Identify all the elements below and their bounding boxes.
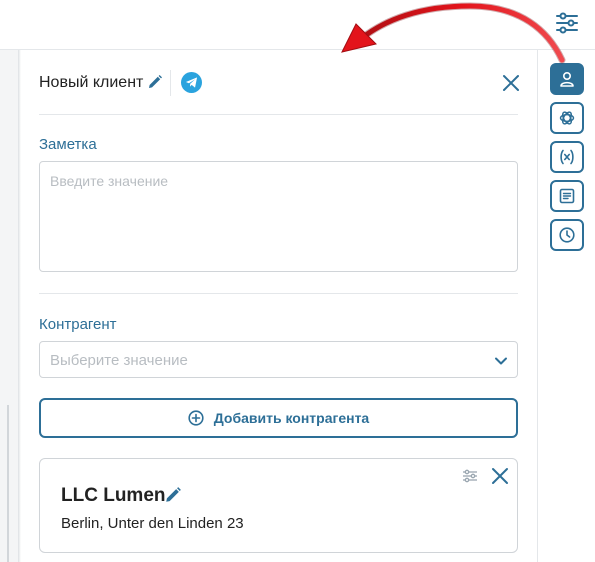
filter-settings-button[interactable] <box>552 8 582 38</box>
close-icon <box>503 75 519 91</box>
close-icon[interactable] <box>490 466 510 486</box>
plus-circle-icon <box>188 410 204 426</box>
counterparty-placeholder: Выберите значение <box>50 352 188 369</box>
variable-icon <box>560 149 574 165</box>
divider <box>39 114 518 115</box>
close-panel-button[interactable] <box>500 72 522 94</box>
user-icon <box>560 71 574 87</box>
paper-plane-icon <box>185 77 198 88</box>
add-counterparty-button[interactable]: Добавить контрагента <box>39 398 518 438</box>
rail-client-button[interactable] <box>550 63 584 95</box>
document-icon <box>559 188 575 204</box>
rail-notes-button[interactable] <box>550 180 584 212</box>
add-counterparty-label: Добавить контрагента <box>213 410 370 426</box>
counterparty-address: Berlin, Unter den Linden 23 <box>61 515 244 532</box>
note-textarea[interactable] <box>39 161 518 272</box>
scrollbar[interactable] <box>7 405 9 562</box>
pencil-icon[interactable] <box>164 486 182 504</box>
background-list-strip <box>0 50 20 562</box>
note-label: Заметка <box>39 136 97 153</box>
telegram-icon[interactable] <box>181 72 202 93</box>
chevron-down-icon <box>495 357 507 365</box>
app-root: Новый клиент Заметка Контрагент <box>0 0 595 562</box>
counterparty-name: LLC Lumen <box>61 485 166 506</box>
header-divider <box>170 70 171 96</box>
sliders-icon <box>556 12 578 34</box>
divider <box>39 293 518 294</box>
counterparty-label: Контрагент <box>39 316 117 333</box>
counterparty-card: LLC Lumen Berlin, Unter den Linden 23 <box>39 458 518 553</box>
top-bar <box>0 0 595 50</box>
right-tool-rail <box>539 50 595 562</box>
pencil-icon[interactable] <box>147 74 163 90</box>
client-side-panel: Новый клиент Заметка Контрагент <box>21 50 538 562</box>
openai-icon <box>559 111 575 125</box>
panel-header: Новый клиент <box>39 70 521 96</box>
sliders-icon[interactable] <box>462 468 478 484</box>
panel-title: Новый клиент <box>39 74 144 91</box>
rail-history-button[interactable] <box>550 219 584 251</box>
counterparty-select[interactable]: Выберите значение <box>39 341 518 378</box>
rail-variables-button[interactable] <box>550 141 584 173</box>
clock-icon <box>559 227 575 243</box>
rail-ai-button[interactable] <box>550 102 584 134</box>
